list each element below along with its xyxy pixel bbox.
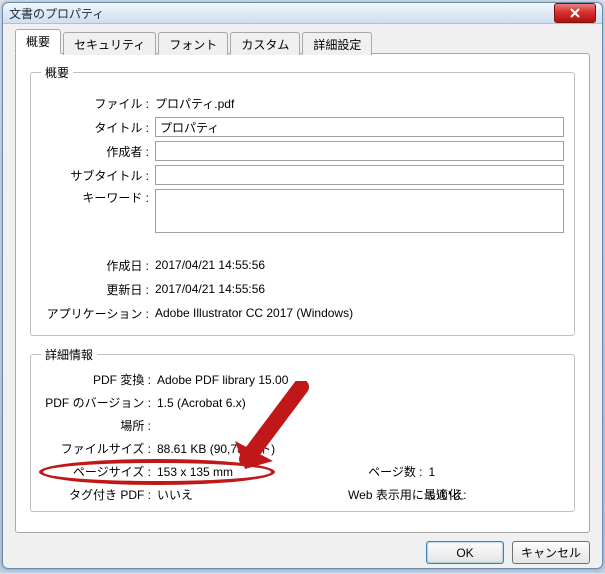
row-created: 作成日 : 2017/04/21 14:55:56 xyxy=(41,255,564,275)
keywords-input[interactable] xyxy=(155,189,564,233)
author-label: 作成者 : xyxy=(41,143,155,160)
row-application: アプリケーション : Adobe Illustrator CC 2017 (Wi… xyxy=(41,303,564,323)
pagesize-label: ページサイズ : xyxy=(41,463,157,480)
application-label: アプリケーション : xyxy=(41,305,155,322)
pdf-producer-value: Adobe PDF library 15.00 xyxy=(157,373,564,387)
title-label: タイトル : xyxy=(41,119,155,136)
pdf-version-label: PDF のバージョン : xyxy=(41,394,157,411)
detail-legend: 詳細情報 xyxy=(41,346,97,363)
window-title: 文書のプロパティ xyxy=(9,5,554,22)
tagged-label: タグ付き PDF : xyxy=(41,486,157,503)
filesize-label: ファイルサイズ : xyxy=(41,440,157,457)
ok-button[interactable]: OK xyxy=(426,541,504,564)
title-input[interactable] xyxy=(155,117,564,137)
row-title: タイトル : xyxy=(41,117,564,137)
row-author: 作成者 : xyxy=(41,141,564,161)
keywords-label: キーワード : xyxy=(41,189,155,206)
tab-summary[interactable]: 概要 xyxy=(15,29,61,54)
dialog-window: 文書のプロパティ 概要 セキュリティ フォント カスタム 詳細設定 概要 ファイ… xyxy=(2,2,603,569)
file-label: ファイル : xyxy=(41,95,155,112)
webopt-value: いいえ xyxy=(429,486,564,503)
subtitle-label: サブタイトル : xyxy=(41,167,155,184)
content-area: 概要 セキュリティ フォント カスタム 詳細設定 概要 ファイル : プロパティ… xyxy=(3,24,602,533)
detail-grid: PDF 変換 : Adobe PDF library 15.00 PDF のバー… xyxy=(41,371,564,503)
tagged-value: いいえ xyxy=(157,486,333,503)
summary-group: 概要 ファイル : プロパティ.pdf タイトル : 作成者 : サブタイトル … xyxy=(30,64,575,336)
location-label: 場所 : xyxy=(41,417,157,434)
tab-advanced[interactable]: 詳細設定 xyxy=(302,32,372,55)
cancel-button[interactable]: キャンセル xyxy=(512,541,590,564)
application-value: Adobe Illustrator CC 2017 (Windows) xyxy=(155,306,564,320)
pdf-producer-label: PDF 変換 : xyxy=(41,371,157,388)
row-keywords: キーワード : xyxy=(41,189,564,233)
pagecount-value: 1 xyxy=(429,465,564,479)
pagecount-label: ページ数 : xyxy=(333,463,429,480)
tab-custom[interactable]: カスタム xyxy=(230,32,300,55)
modified-label: 更新日 : xyxy=(41,281,155,298)
created-value: 2017/04/21 14:55:56 xyxy=(155,258,564,272)
pdf-version-value: 1.5 (Acrobat 6.x) xyxy=(157,396,564,410)
created-label: 作成日 : xyxy=(41,257,155,274)
button-row: OK キャンセル xyxy=(3,533,602,574)
row-modified: 更新日 : 2017/04/21 14:55:56 xyxy=(41,279,564,299)
tab-fonts[interactable]: フォント xyxy=(158,32,228,55)
pagesize-value: 153 x 135 mm xyxy=(157,465,333,479)
tab-security[interactable]: セキュリティ xyxy=(63,32,156,55)
tabstrip: 概要 セキュリティ フォント カスタム 詳細設定 xyxy=(15,32,590,54)
tab-body: 概要 ファイル : プロパティ.pdf タイトル : 作成者 : サブタイトル … xyxy=(15,53,590,533)
row-file: ファイル : プロパティ.pdf xyxy=(41,93,564,113)
summary-legend: 概要 xyxy=(41,64,73,81)
row-subtitle: サブタイトル : xyxy=(41,165,564,185)
titlebar[interactable]: 文書のプロパティ xyxy=(3,3,602,24)
close-icon xyxy=(570,8,580,18)
filesize-value: 88.61 KB (90,73 イト) xyxy=(157,440,564,457)
modified-value: 2017/04/21 14:55:56 xyxy=(155,282,564,296)
subtitle-input[interactable] xyxy=(155,165,564,185)
close-button[interactable] xyxy=(554,3,596,23)
author-input[interactable] xyxy=(155,141,564,161)
detail-group: 詳細情報 PDF 変換 : Adobe PDF library 15.00 PD… xyxy=(30,346,575,512)
file-value: プロパティ.pdf xyxy=(155,95,564,112)
